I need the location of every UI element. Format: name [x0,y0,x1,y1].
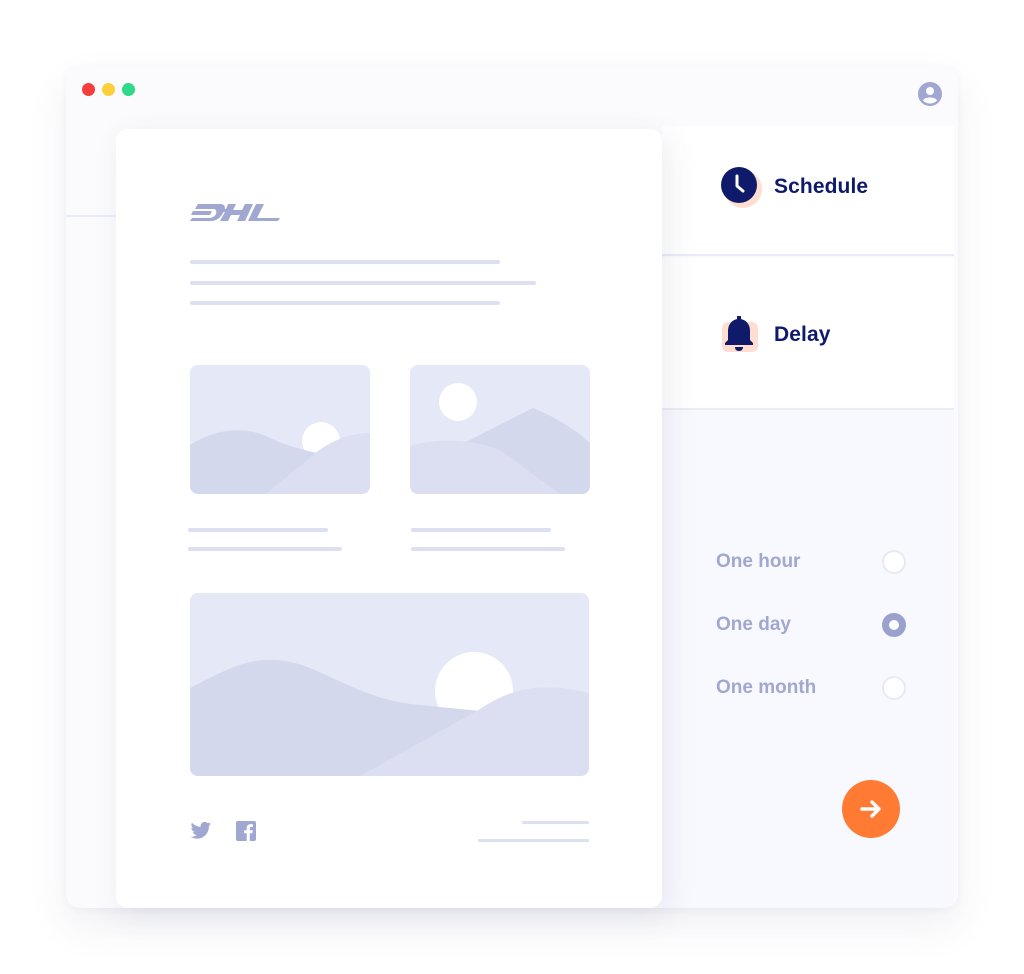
send-options-panel: Schedule Delay One hour One day One mont… [662,66,958,908]
clock-icon [721,167,757,203]
window-controls [82,83,135,96]
text-placeholder [522,821,589,824]
twitter-icon[interactable] [190,821,212,846]
next-button[interactable] [842,780,900,838]
radio-one-month[interactable] [882,675,906,700]
arrow-right-icon [860,800,881,818]
schedule-label: Schedule [774,175,873,198]
radio-one-day[interactable] [882,612,906,637]
delay-label: Delay [774,323,835,346]
image-placeholder [190,593,589,776]
text-placeholder [190,301,500,305]
delay-options-section: One hour One day One month [662,410,954,908]
option-label: One hour [716,550,801,572]
text-placeholder [411,547,565,551]
text-placeholder [190,281,536,285]
image-placeholder [410,365,590,494]
text-placeholder [478,839,589,842]
delay-options: One hour One day One month [716,530,906,719]
radio-one-hour[interactable] [882,549,906,574]
text-placeholder [190,260,500,264]
option-one-month[interactable]: One month [716,656,906,719]
option-one-hour[interactable]: One hour [716,530,906,593]
close-window-button[interactable] [82,83,95,96]
dhl-logo [190,203,282,228]
option-label: One month [716,676,817,698]
facebook-icon[interactable] [236,821,256,846]
delay-section: Delay [662,258,954,410]
schedule-button[interactable]: Schedule [720,166,873,208]
minimize-window-button[interactable] [102,83,115,96]
text-placeholder [188,547,342,551]
text-placeholder [411,528,551,532]
delay-button[interactable]: Delay [720,314,835,356]
image-placeholder [190,365,370,494]
maximize-window-button[interactable] [122,83,135,96]
option-one-day[interactable]: One day [716,593,906,656]
option-label: One day [716,613,791,635]
email-preview-card [116,129,662,908]
schedule-section: Schedule [662,126,954,256]
bell-icon [725,316,753,351]
text-placeholder [188,528,328,532]
